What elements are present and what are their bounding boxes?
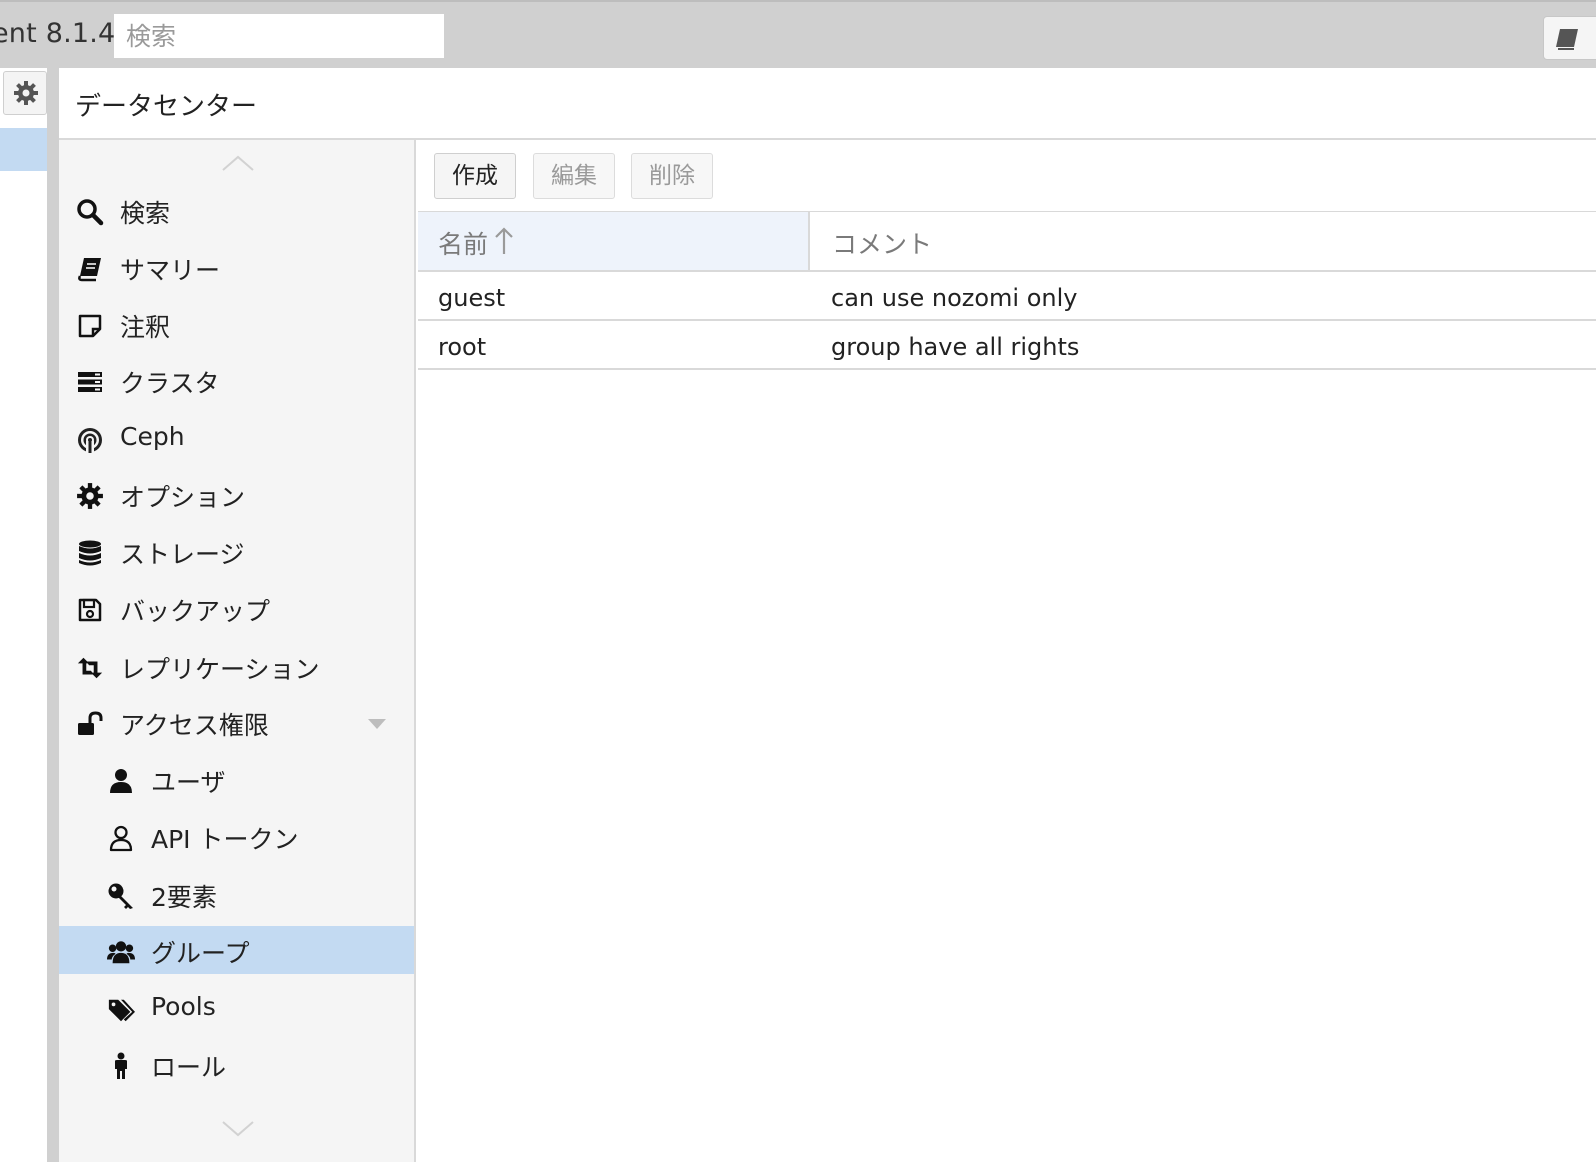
nav-item-label: レプリケーション xyxy=(120,655,320,684)
nav-item-label: 2要素 xyxy=(151,883,217,912)
column-header-label: コメント xyxy=(832,230,933,259)
nav-item-ceph[interactable]: Ceph xyxy=(59,414,414,462)
chevron-down-icon[interactable] xyxy=(221,1120,255,1138)
column-header-name[interactable]: 名前 xyxy=(418,212,810,270)
unlock-icon xyxy=(76,710,104,738)
group-comment-cell: can use nozomi only xyxy=(831,284,1078,312)
nav-item-label: API トークン xyxy=(151,825,299,854)
retweet-icon xyxy=(76,654,104,682)
nav-item-label: 検索 xyxy=(120,199,171,228)
user-outline-icon xyxy=(107,824,135,852)
toolbar: 作成 編集 削除 xyxy=(418,140,1596,212)
caret-down-icon[interactable] xyxy=(367,718,387,730)
groups-content: 作成 編集 削除 名前 コメント guest can use nozomi on… xyxy=(418,140,1596,1162)
table-row[interactable]: guest can use nozomi only xyxy=(418,272,1596,321)
grid-header: 名前 コメント xyxy=(418,212,1596,272)
chevron-up-icon[interactable] xyxy=(221,154,255,172)
nav-item-notes[interactable]: 注釈 xyxy=(59,300,414,348)
nav-item-label: ストレージ xyxy=(120,540,245,569)
app-version: ent 8.1.4 xyxy=(0,18,116,49)
nav-item-label: サマリー xyxy=(120,256,221,285)
splitter[interactable] xyxy=(47,68,59,1162)
main-panel: データセンター 検索 サマリー 注釈 クラスタ Ceph オプション ストレージ… xyxy=(59,68,1596,1162)
gear-icon xyxy=(76,482,104,510)
search-input[interactable] xyxy=(114,14,444,58)
page-title: データセンター xyxy=(75,92,258,122)
male-icon xyxy=(107,1052,135,1080)
group-comment-cell: group have all rights xyxy=(831,333,1080,361)
table-row[interactable]: root group have all rights xyxy=(418,321,1596,370)
group-name-cell: guest xyxy=(438,284,506,312)
nav-item-two-factor[interactable]: 2要素 xyxy=(59,870,414,918)
nav-item-label: アクセス権限 xyxy=(120,711,269,740)
top-bar: ent 8.1.4 xyxy=(0,0,1596,68)
delete-button[interactable]: 削除 xyxy=(631,153,713,199)
nav-item-roles[interactable]: ロール xyxy=(59,1040,414,1088)
column-header-label: 名前 xyxy=(438,230,489,259)
nav-item-search[interactable]: 検索 xyxy=(59,186,414,234)
nav-item-label: グループ xyxy=(151,939,250,968)
users-icon xyxy=(107,938,135,966)
gear-icon xyxy=(14,81,38,105)
nav-item-label: ロール xyxy=(151,1053,227,1082)
nav-item-users[interactable]: ユーザ xyxy=(59,755,414,803)
group-name-cell: root xyxy=(438,333,487,361)
server-icon xyxy=(76,368,104,396)
nav-item-storage[interactable]: ストレージ xyxy=(59,527,414,575)
tags-icon xyxy=(107,996,135,1024)
nav-item-label: オプション xyxy=(120,483,246,512)
panel-header: データセンター xyxy=(59,68,1596,140)
documentation-button[interactable] xyxy=(1543,16,1596,60)
nav-item-cluster[interactable]: クラスタ xyxy=(59,356,414,404)
search-icon xyxy=(76,198,104,226)
nav-item-pools[interactable]: Pools xyxy=(59,984,414,1032)
nav-item-permissions[interactable]: アクセス権限 xyxy=(59,698,414,746)
nav-item-options[interactable]: オプション xyxy=(59,470,414,518)
database-icon xyxy=(76,539,104,567)
tree-selected-node[interactable] xyxy=(0,128,47,171)
user-icon xyxy=(107,767,135,795)
nav-item-label: Ceph xyxy=(120,422,185,451)
nav-item-label: バックアップ xyxy=(120,597,271,626)
resource-tree xyxy=(0,68,47,1162)
nav-item-label: Pools xyxy=(151,992,216,1021)
nav-item-label: 注釈 xyxy=(120,313,171,342)
note-icon xyxy=(76,312,104,340)
ceph-icon xyxy=(76,426,104,454)
tree-settings-button[interactable] xyxy=(3,71,47,115)
nav-item-groups[interactable]: グループ xyxy=(59,926,414,974)
nav-item-label: ユーザ xyxy=(151,768,226,797)
nav-item-replication[interactable]: レプリケーション xyxy=(59,642,414,690)
nav-item-backup[interactable]: バックアップ xyxy=(59,584,414,632)
edit-button[interactable]: 編集 xyxy=(533,153,615,199)
key-icon xyxy=(107,882,135,910)
nav-item-label: クラスタ xyxy=(120,369,220,398)
create-button[interactable]: 作成 xyxy=(434,153,516,199)
sort-ascending-icon xyxy=(495,227,513,254)
config-nav: 検索 サマリー 注釈 クラスタ Ceph オプション ストレージ バックアップ … xyxy=(59,140,416,1162)
book-icon xyxy=(76,255,104,283)
floppy-icon xyxy=(76,596,104,624)
nav-item-summary[interactable]: サマリー xyxy=(59,243,414,291)
nav-item-api-tokens[interactable]: API トークン xyxy=(59,812,414,860)
book-icon xyxy=(1556,29,1578,50)
